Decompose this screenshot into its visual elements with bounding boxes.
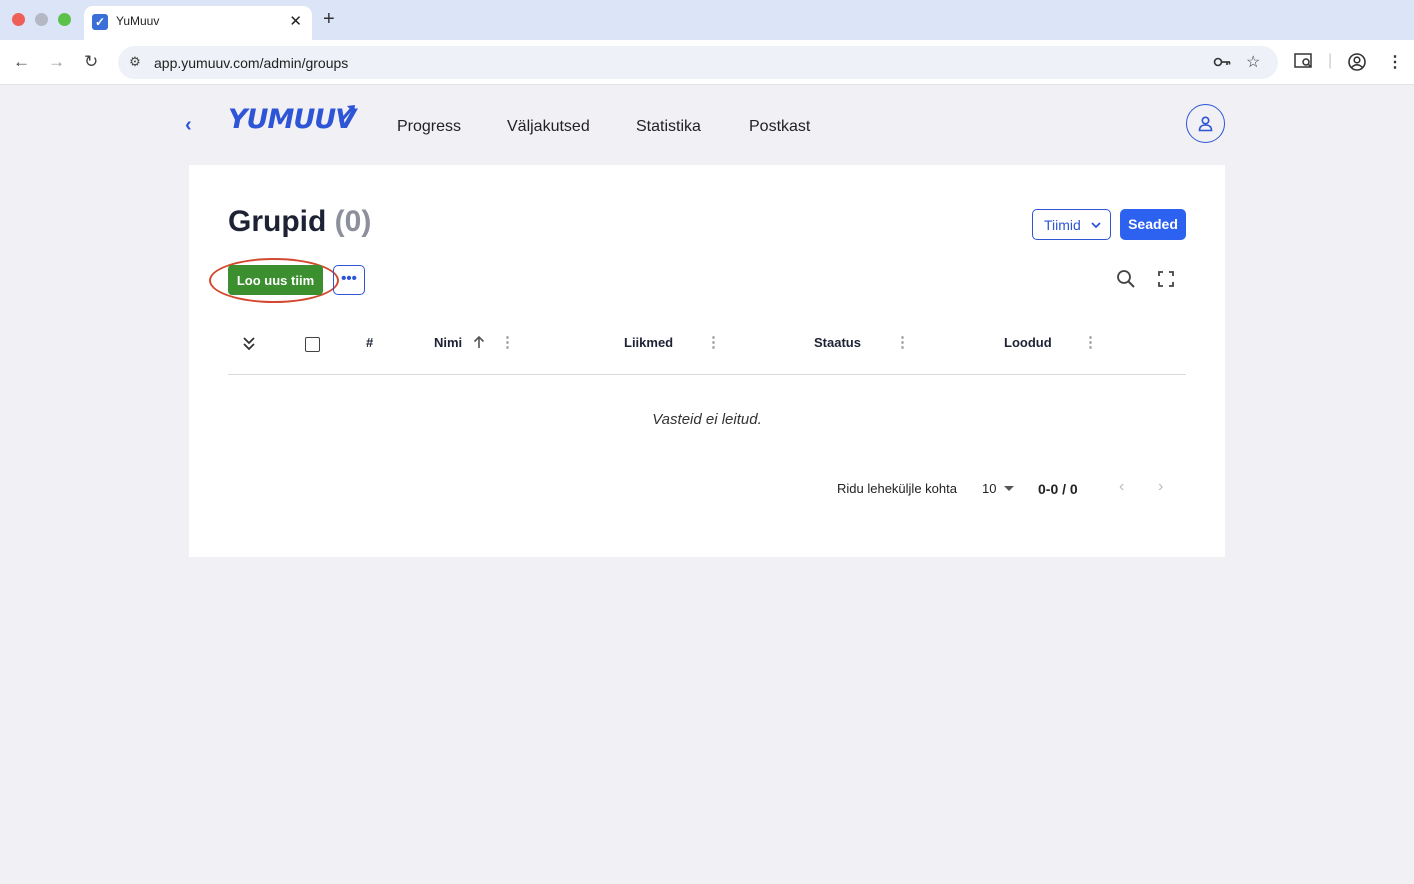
double-chevron-down-icon[interactable] — [242, 336, 256, 355]
column-menu-icon[interactable]: ⋮ — [1083, 333, 1098, 351]
rows-per-page-label: Ridu leheküljle kohta — [837, 481, 957, 496]
nav-inbox[interactable]: Postkast — [749, 118, 810, 136]
tab-search-icon[interactable] — [1294, 52, 1314, 75]
select-all-checkbox[interactable] — [305, 337, 320, 352]
new-tab-icon[interactable]: + — [323, 8, 335, 31]
arrow-up-icon[interactable] — [473, 335, 485, 352]
site-settings-icon[interactable]: ⚙ — [126, 54, 144, 72]
url-text: app.yumuuv.com/admin/groups — [154, 55, 349, 71]
group-count: (0) — [334, 205, 372, 238]
tab-close-icon[interactable]: ✕ — [289, 12, 302, 30]
page-title-text: Grupid — [228, 205, 327, 238]
nav-challenges[interactable]: Väljakutsed — [507, 118, 590, 136]
next-page-icon[interactable]: › — [1158, 478, 1163, 496]
column-header-number[interactable]: # — [366, 335, 373, 350]
address-bar[interactable]: ⚙ app.yumuuv.com/admin/groups ☆ — [118, 46, 1278, 79]
favicon-icon: ✓ — [92, 14, 108, 30]
column-header-created[interactable]: Loodud — [1004, 335, 1052, 350]
rows-per-page-select[interactable]: 10 — [982, 481, 996, 496]
browser-menu-icon[interactable]: ⋮ — [1387, 52, 1403, 72]
logo-arrow-icon — [338, 105, 355, 123]
search-icon[interactable] — [1116, 269, 1136, 294]
more-actions-button[interactable]: ••• — [333, 265, 365, 295]
column-header-status[interactable]: Staatus — [814, 335, 861, 350]
browser-tab-bar: ✓ YuMuuv ✕ + — [0, 0, 1414, 40]
empty-state-message: Vasteid ei leitud. — [652, 411, 762, 428]
column-header-members[interactable]: Liikmed — [624, 335, 673, 350]
back-icon[interactable]: ← — [13, 52, 30, 72]
toolbar-divider: | — [1328, 52, 1333, 69]
bookmark-star-icon[interactable]: ☆ — [1246, 52, 1260, 72]
chevron-down-icon — [1091, 222, 1101, 229]
pagination-range: 0-0 / 0 — [1038, 481, 1078, 497]
reload-icon[interactable]: ↻ — [84, 52, 98, 72]
window-close-button[interactable] — [12, 13, 25, 26]
nav-statistics[interactable]: Statistika — [636, 118, 701, 136]
table-header-divider — [228, 374, 1186, 375]
user-avatar-button[interactable] — [1186, 104, 1225, 143]
profile-icon[interactable] — [1347, 52, 1367, 77]
user-icon — [1198, 116, 1213, 132]
settings-button[interactable]: Seaded — [1120, 209, 1186, 240]
fullscreen-icon[interactable] — [1158, 269, 1174, 292]
caret-down-icon[interactable] — [1004, 486, 1014, 491]
page-title: Grupid (0) — [228, 205, 371, 239]
column-menu-icon[interactable]: ⋮ — [895, 333, 910, 351]
column-header-name[interactable]: Nimi — [434, 335, 462, 350]
teams-dropdown[interactable]: Tiimid — [1032, 209, 1111, 240]
password-key-icon[interactable] — [1212, 52, 1232, 77]
chevron-left-icon[interactable]: ‹ — [185, 114, 192, 137]
create-team-button[interactable]: Loo uus tiim — [228, 265, 323, 295]
nav-progress[interactable]: Progress — [397, 118, 461, 136]
column-menu-icon[interactable]: ⋮ — [706, 333, 721, 351]
column-menu-icon[interactable]: ⋮ — [500, 333, 515, 351]
window-minimize-button[interactable] — [35, 13, 48, 26]
teams-dropdown-label: Tiimid — [1044, 217, 1081, 233]
groups-card: Grupid (0) Tiimid Seaded Loo uus tiim ••… — [189, 165, 1225, 557]
browser-tab[interactable]: ✓ YuMuuv ✕ — [84, 6, 312, 40]
forward-icon[interactable]: → — [48, 52, 65, 72]
window-zoom-button[interactable] — [58, 13, 71, 26]
prev-page-icon[interactable]: ‹ — [1119, 478, 1124, 496]
tab-title: YuMuuv — [116, 14, 160, 28]
